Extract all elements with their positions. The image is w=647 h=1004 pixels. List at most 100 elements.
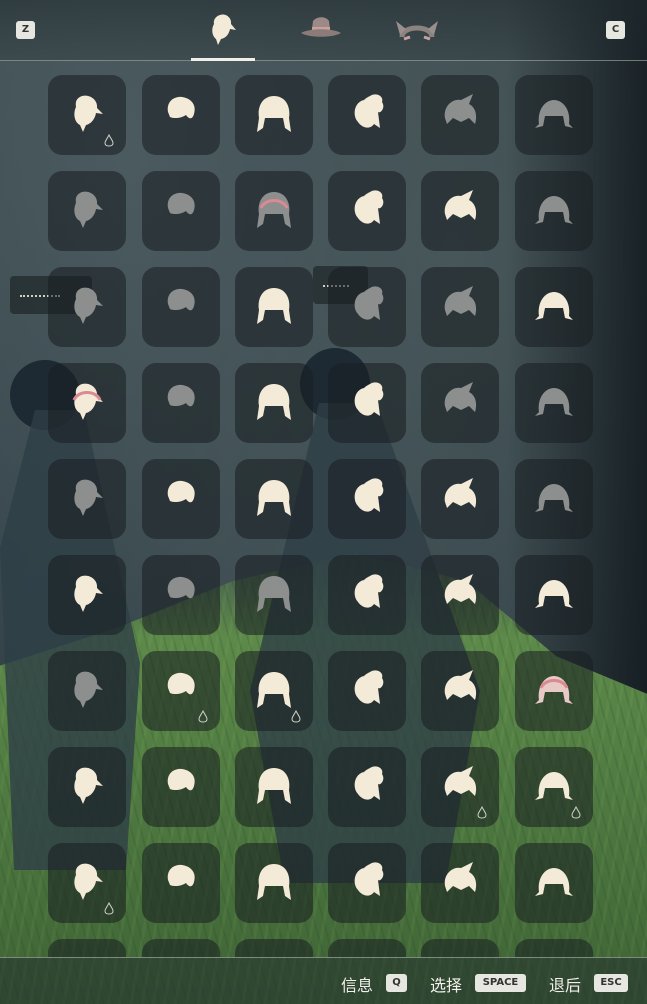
parted-long-hair-icon — [444, 286, 477, 316]
tab-hat[interactable] — [289, 4, 353, 56]
hair-slot[interactable] — [328, 459, 406, 539]
hair-slot[interactable] — [235, 747, 313, 827]
hair-slot[interactable] — [328, 651, 406, 731]
wavy-bob-hair-icon — [74, 767, 103, 804]
hair-slot[interactable] — [421, 747, 499, 827]
droplet-icon — [571, 806, 581, 819]
hair-slot[interactable] — [328, 555, 406, 635]
droplet-icon — [198, 710, 208, 723]
control-hints-bar: 信息 Q 选择 SPACE 退后 ESC — [0, 957, 647, 1004]
hair-slot[interactable] — [421, 171, 499, 251]
hair-slot[interactable] — [515, 459, 593, 539]
pointed-hair-icon — [257, 288, 291, 324]
hair-slot[interactable] — [421, 843, 499, 923]
hair-slot[interactable] — [421, 651, 499, 731]
hair-slot[interactable] — [421, 459, 499, 539]
hair-slot[interactable] — [142, 459, 220, 539]
wild-hair-icon — [167, 864, 195, 887]
hair-slot[interactable] — [142, 939, 220, 957]
hair-slot[interactable] — [235, 171, 313, 251]
swept-hair-icon — [444, 190, 477, 220]
next-category-key[interactable]: C — [606, 21, 625, 39]
hair-slot[interactable] — [48, 171, 126, 251]
hair-slot[interactable] — [515, 363, 593, 443]
hair-slot[interactable] — [48, 843, 126, 923]
tab-hair[interactable] — [191, 4, 255, 61]
wings-hair-icon — [167, 576, 195, 599]
hair-slot[interactable] — [142, 843, 220, 923]
hair-slot[interactable] — [48, 651, 126, 731]
hair-slot[interactable] — [515, 843, 593, 923]
hair-slot[interactable] — [515, 171, 593, 251]
heart-hair-icon — [74, 575, 103, 612]
low-bun-hair-icon — [74, 479, 103, 516]
hood-hair-icon — [74, 671, 103, 708]
hair-slot[interactable] — [48, 555, 126, 635]
pink-buns-hair-icon — [535, 676, 573, 704]
hair-slot[interactable] — [235, 363, 313, 443]
hair-slot[interactable] — [328, 843, 406, 923]
hair-slot[interactable] — [328, 363, 406, 443]
round-bob-hair-icon — [257, 768, 291, 804]
info-label: 信息 — [341, 976, 374, 995]
hair-slot[interactable] — [421, 363, 499, 443]
round-hair-icon — [354, 478, 384, 512]
hair-slot[interactable] — [142, 171, 220, 251]
select-key[interactable]: SPACE — [475, 974, 526, 992]
hair-slot[interactable] — [515, 939, 593, 957]
select-label: 选择 — [430, 976, 463, 995]
crown-spike-hair-icon — [167, 480, 195, 503]
double-bun-hair-icon — [535, 484, 573, 512]
hair-slot[interactable] — [235, 939, 313, 957]
hair-slot[interactable] — [142, 75, 220, 155]
hair-slot[interactable] — [235, 555, 313, 635]
hair-slot[interactable] — [515, 75, 593, 155]
side-braid-hair-icon — [535, 580, 573, 608]
crown-hair-icon — [444, 862, 477, 892]
hair-slot[interactable] — [48, 459, 126, 539]
hair-slot[interactable] — [48, 747, 126, 827]
hair-slot[interactable] — [515, 555, 593, 635]
curly-hair-icon — [354, 382, 384, 416]
hair-slot[interactable] — [235, 75, 313, 155]
hair-slot[interactable] — [235, 651, 313, 731]
hair-slot[interactable] — [235, 459, 313, 539]
back-key[interactable]: ESC — [594, 974, 628, 992]
hat-icon — [301, 17, 341, 37]
hair-slot[interactable] — [328, 75, 406, 155]
droplet-icon — [104, 134, 114, 147]
hair-slot[interactable] — [142, 363, 220, 443]
info-key[interactable]: Q — [386, 974, 407, 992]
hair-slot[interactable] — [421, 267, 499, 347]
hair-icon — [212, 14, 236, 45]
hair-slot[interactable] — [235, 267, 313, 347]
bob-bangs-hair-icon — [354, 286, 384, 320]
hair-slot[interactable] — [515, 747, 593, 827]
hair-slot[interactable] — [328, 747, 406, 827]
hair-slot[interactable] — [515, 651, 593, 731]
bow-hair-icon — [74, 191, 103, 228]
hair-slot[interactable] — [421, 939, 499, 957]
bob-hair-icon — [354, 190, 384, 224]
hair-slot[interactable] — [328, 939, 406, 957]
fish-hair-icon — [354, 574, 384, 608]
cap-hair-icon — [354, 862, 384, 896]
hair-slot[interactable] — [421, 555, 499, 635]
hair-slot[interactable] — [142, 267, 220, 347]
hair-slot[interactable] — [48, 267, 126, 347]
hair-slot[interactable] — [48, 75, 126, 155]
hair-slot[interactable] — [142, 555, 220, 635]
hair-slot[interactable] — [48, 363, 126, 443]
prev-category-key[interactable]: Z — [16, 21, 35, 39]
hair-slot[interactable] — [142, 747, 220, 827]
hair-slot[interactable] — [328, 171, 406, 251]
hair-slot[interactable] — [235, 843, 313, 923]
tab-horns[interactable] — [385, 4, 449, 56]
leaf-hair-icon — [257, 384, 291, 420]
hair-slot[interactable] — [328, 267, 406, 347]
ringlets-hair-icon — [257, 864, 291, 900]
hair-slot[interactable] — [515, 267, 593, 347]
hair-slot[interactable] — [48, 939, 126, 957]
hair-slot[interactable] — [142, 651, 220, 731]
hair-slot[interactable] — [421, 75, 499, 155]
